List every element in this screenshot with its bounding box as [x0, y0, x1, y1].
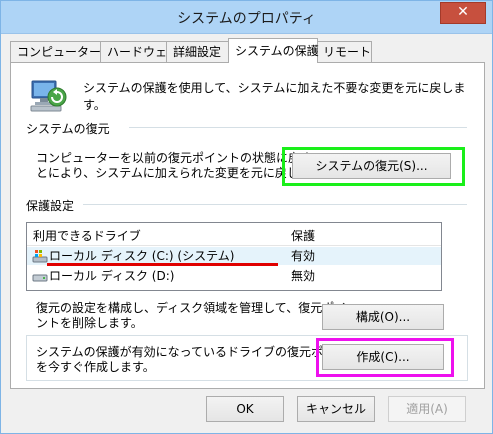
- tab-computer-name[interactable]: コンピューター名: [10, 41, 113, 62]
- protection-column-header[interactable]: 保護: [291, 227, 315, 244]
- configure-description-line2: ントを削除します。: [36, 316, 143, 330]
- system-restore-heading: システムの復元: [26, 122, 110, 136]
- window-title: システムのプロパティ: [177, 11, 316, 27]
- configure-description: 復元の設定を構成し、ディスク領域を管理して、復元ポイ ントを削除します。: [36, 301, 346, 331]
- drive-d-label: ローカル ディスク (D:): [49, 269, 175, 283]
- create-description: システムの保護が有効になっているドライブの復元ポイント を今すぐ作成します。: [36, 345, 359, 375]
- disk-drive-icon: [32, 268, 48, 284]
- drive-table: 利用できるドライブ 保護 ローカル ディスク (C:) (システム) 有効 ロー…: [26, 222, 442, 291]
- apply-button[interactable]: 適用(A): [388, 396, 466, 422]
- tab-advanced[interactable]: 詳細設定: [166, 41, 233, 62]
- protection-settings-heading: 保護設定: [26, 199, 75, 213]
- system-protection-panel: システムの保護を使用して、システムに加えた不要な変更を元に戻します。 システムの…: [10, 62, 485, 389]
- system-protection-icon: [28, 75, 68, 115]
- drive-row-d[interactable]: ローカル ディスク (D:) 無効: [27, 267, 441, 285]
- system-restore-button[interactable]: システムの復元(S)...: [292, 153, 451, 179]
- drive-d-status: 無効: [291, 269, 316, 283]
- create-description-line2: を今すぐ作成します。: [36, 360, 155, 374]
- drive-c-status: 有効: [291, 249, 316, 263]
- close-button[interactable]: ✕: [440, 2, 486, 24]
- title-bar[interactable]: システムのプロパティ ✕: [1, 1, 492, 34]
- drive-table-header: 利用できるドライブ 保護: [27, 223, 441, 246]
- system-drive-icon: [32, 248, 48, 264]
- intro-text: システムの保護を使用して、システムに加えた不要な変更を元に戻します。: [83, 81, 466, 112]
- tab-system-protection[interactable]: システムの保護: [228, 38, 319, 63]
- cancel-button[interactable]: キャンセル: [297, 396, 375, 422]
- configure-description-line1: 復元の設定を構成し、ディスク領域を管理して、復元ポイ: [36, 301, 347, 315]
- create-description-line1: システムの保護が有効になっているドライブの復元ポイント: [36, 345, 360, 359]
- create-button[interactable]: 作成(C)...: [322, 344, 444, 370]
- ok-button[interactable]: OK: [206, 396, 284, 422]
- system-properties-window: システムのプロパティ ✕ コンピューター名 ハードウェア 詳細設定 システムの保…: [0, 0, 493, 434]
- configure-button[interactable]: 構成(O)...: [322, 304, 444, 330]
- tab-hardware[interactable]: ハードウェア: [100, 41, 179, 62]
- drive-column-header[interactable]: 利用できるドライブ: [33, 227, 141, 244]
- tab-remote[interactable]: リモート: [316, 41, 372, 62]
- drive-c-underline: [47, 263, 278, 266]
